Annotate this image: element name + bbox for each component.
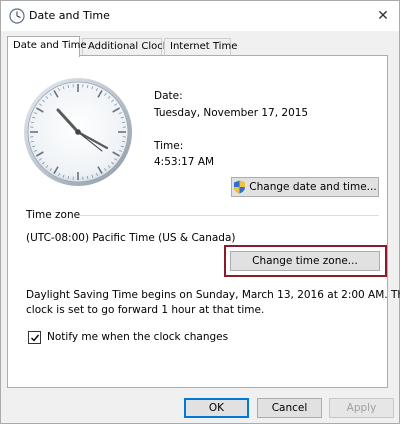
date-value: Tuesday, November 17, 2015 xyxy=(154,107,309,119)
date-time-dialog: Date and Time ✕ Date and Time Additional… xyxy=(0,0,400,424)
ok-button[interactable]: OK xyxy=(184,398,249,418)
change-date-time-label: Change date and time... xyxy=(249,181,377,193)
checkmark-icon xyxy=(30,334,39,342)
close-icon: ✕ xyxy=(377,8,389,24)
time-zone-value: (UTC-08:00) Pacific Time (US & Canada) xyxy=(26,232,236,244)
cancel-label: Cancel xyxy=(271,402,308,414)
close-button[interactable]: ✕ xyxy=(367,1,399,31)
tab-internet-time[interactable]: Internet Time xyxy=(164,38,237,55)
cancel-button[interactable]: Cancel xyxy=(257,398,322,418)
time-zone-group-label: Time zone xyxy=(26,209,81,221)
apply-button[interactable]: Apply xyxy=(329,398,394,418)
time-label: Time: xyxy=(154,140,184,152)
date-label: Date: xyxy=(154,90,183,102)
change-time-zone-button[interactable]: Change time zone... xyxy=(230,251,380,271)
date-time-panel: Date: Tuesday, November 17, 2015 Time: 4… xyxy=(7,55,400,388)
group-divider xyxy=(80,215,379,216)
time-value: 4:53:17 AM xyxy=(154,156,215,168)
tab-date-and-time[interactable]: Date and Time xyxy=(7,36,87,57)
window-title: Date and Time xyxy=(29,9,110,22)
apply-label: Apply xyxy=(346,402,377,414)
tab-additional-clocks[interactable]: Additional Clocks xyxy=(82,38,174,55)
shield-icon xyxy=(234,180,246,194)
notify-checkbox[interactable] xyxy=(28,331,41,344)
dst-info-line-1: Daylight Saving Time begins on Sunday, M… xyxy=(26,289,400,301)
analog-clock xyxy=(24,78,132,186)
change-time-zone-label: Change time zone... xyxy=(252,255,358,267)
ok-label: OK xyxy=(208,402,225,414)
change-date-time-button[interactable]: Change date and time... xyxy=(231,177,379,197)
notify-label[interactable]: Notify me when the clock changes xyxy=(47,331,228,343)
title-bar[interactable]: Date and Time ✕ xyxy=(1,1,399,31)
dst-info-line-2: clock is set to go forward 1 hour at tha… xyxy=(26,304,265,316)
clock-icon xyxy=(9,8,25,24)
